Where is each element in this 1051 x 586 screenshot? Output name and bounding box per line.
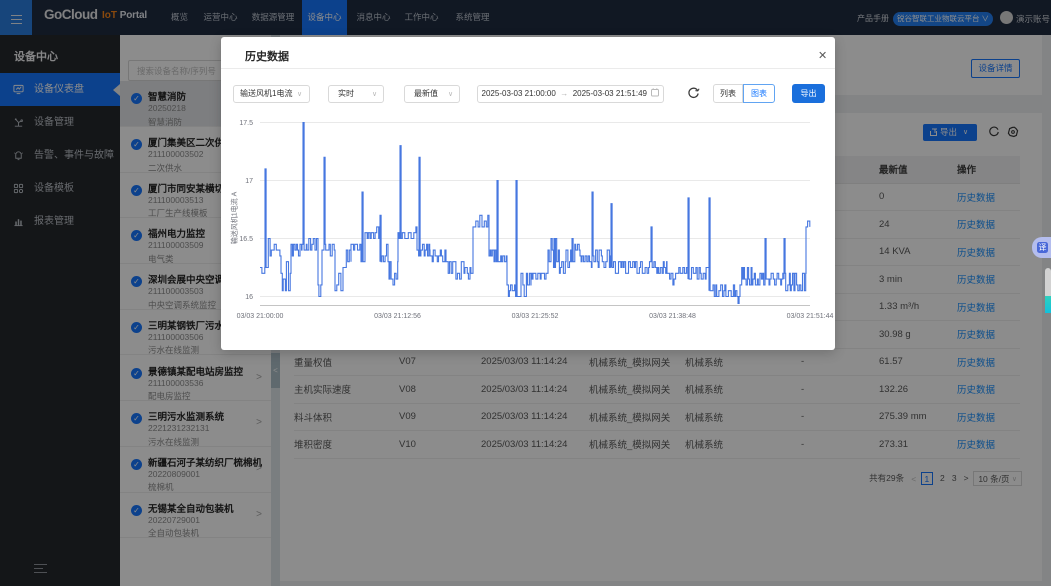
svg-text:03/03 21:25:52: 03/03 21:25:52	[512, 313, 559, 320]
svg-text:17.5: 17.5	[239, 120, 253, 127]
svg-text:17: 17	[245, 178, 253, 185]
svg-text:03/03 21:12:56: 03/03 21:12:56	[374, 313, 421, 320]
svg-text:输送风机1电流 A: 输送风机1电流 A	[230, 191, 239, 244]
svg-text:03/03 21:00:00: 03/03 21:00:00	[237, 313, 284, 320]
svg-text:16: 16	[245, 294, 253, 301]
svg-text:16.5: 16.5	[239, 236, 253, 243]
svg-text:03/03 21:38:48: 03/03 21:38:48	[649, 313, 696, 320]
svg-text:03/03 21:51:44: 03/03 21:51:44	[787, 313, 834, 320]
